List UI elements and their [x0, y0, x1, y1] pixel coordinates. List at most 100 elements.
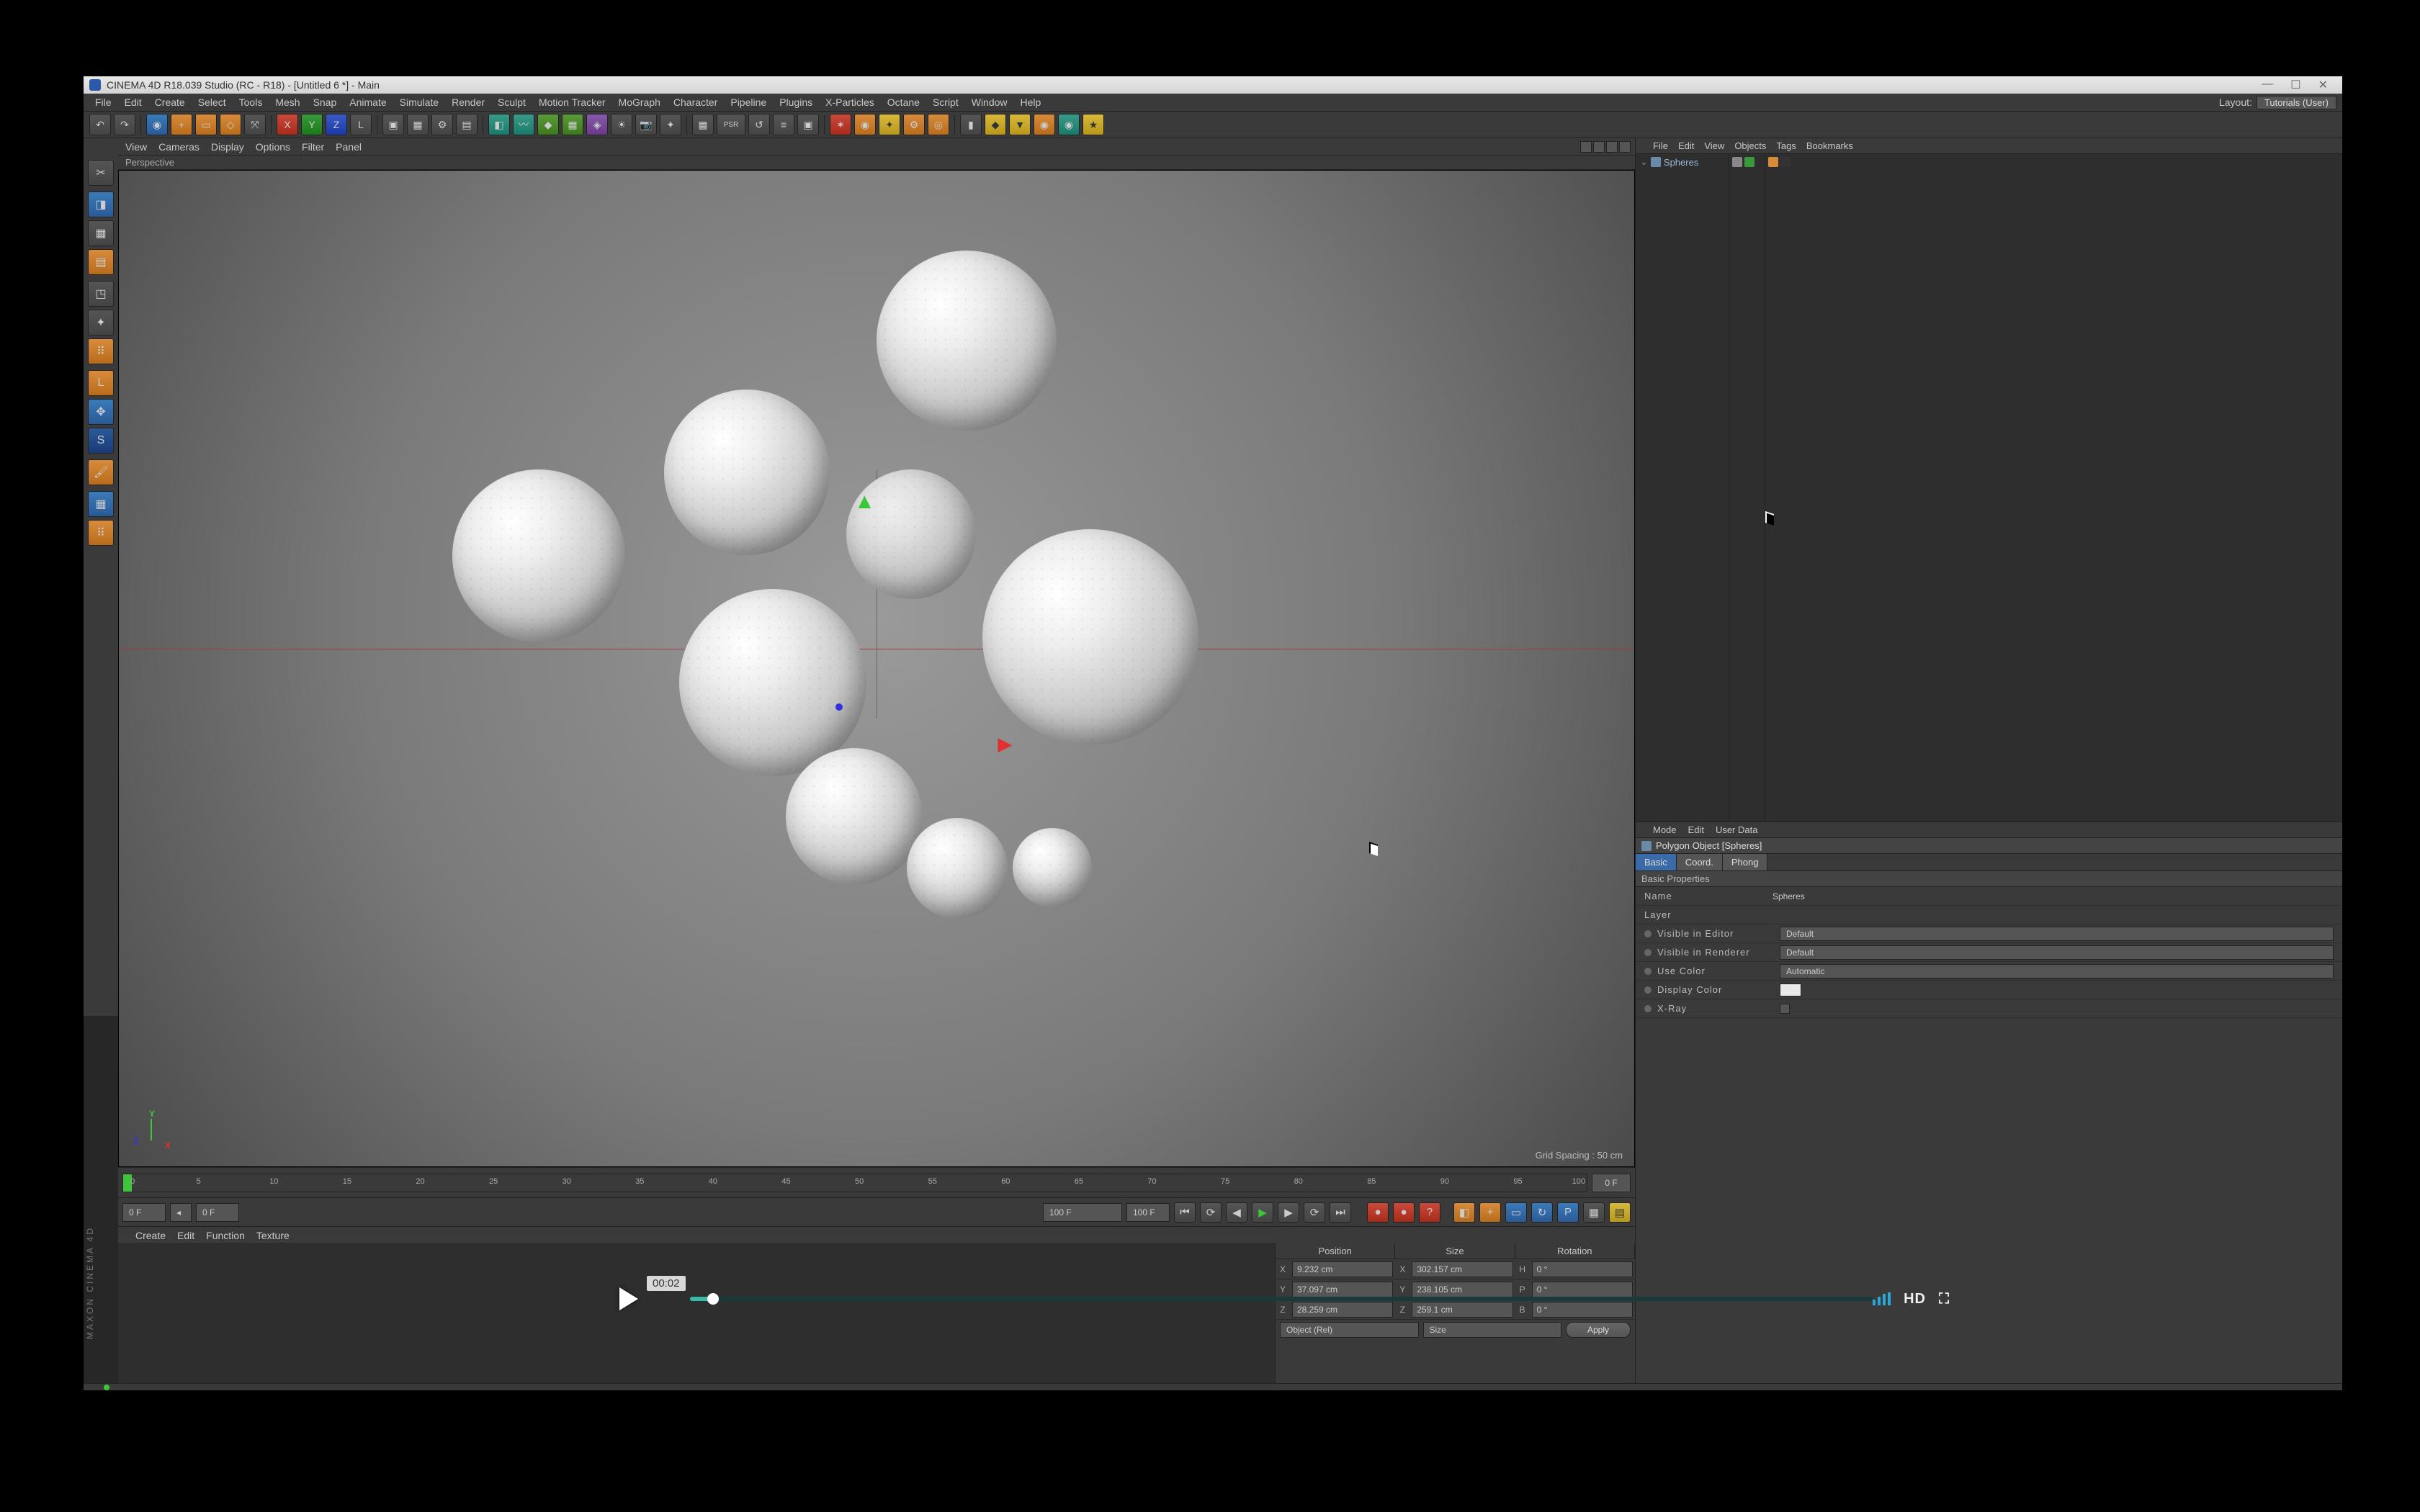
menu-select[interactable]: Select [192, 95, 232, 109]
om-menu-view[interactable]: View [1704, 140, 1724, 151]
menu-motion-tracker[interactable]: Motion Tracker [533, 95, 611, 109]
key-position-button[interactable]: + [1479, 1202, 1501, 1223]
axis-mode-button[interactable]: ✦ [88, 310, 114, 336]
current-frame-box[interactable]: 0 F [1592, 1174, 1631, 1192]
key-selection-button[interactable]: ◧ [1453, 1202, 1475, 1223]
object-visibility-tags[interactable] [1729, 154, 1765, 170]
plugin-button-8[interactable]: ▼ [1009, 114, 1031, 135]
record-button[interactable]: ● [1367, 1202, 1389, 1223]
coord-sizemode-dropdown[interactable]: Size [1423, 1322, 1562, 1338]
goto-end-button[interactable]: ⏭ [1330, 1202, 1351, 1223]
menu-script[interactable]: Script [927, 95, 964, 109]
menu-xparticles[interactable]: X-Particles [820, 95, 880, 109]
prop-use-color-value[interactable]: Automatic [1780, 964, 2334, 978]
coord-pos-x[interactable]: 9.232 cm [1292, 1261, 1393, 1277]
make-editable-button[interactable]: ✂ [88, 160, 114, 186]
anim-dot-icon[interactable] [1644, 930, 1652, 937]
add-light-button[interactable]: ✦ [660, 114, 681, 135]
render-pv-button[interactable]: ▦ [407, 114, 429, 135]
move-tool-button[interactable]: + [171, 114, 192, 135]
menu-render[interactable]: Render [446, 95, 490, 109]
editor-visibility-toggle[interactable] [1732, 157, 1742, 167]
render-visibility-toggle[interactable] [1744, 157, 1754, 167]
tag-icon[interactable] [1780, 157, 1791, 167]
plugin-button-1[interactable]: ✶ [830, 114, 851, 135]
add-generator-button[interactable]: ◆ [537, 114, 559, 135]
om-menu-edit[interactable]: Edit [1678, 140, 1694, 151]
menu-mograph[interactable]: MoGraph [613, 95, 666, 109]
menu-character[interactable]: Character [668, 95, 723, 109]
loop-button[interactable]: ⟳ [1200, 1202, 1222, 1223]
om-menu-file[interactable]: File [1653, 140, 1668, 151]
add-deformer-button[interactable]: ◈ [586, 114, 608, 135]
menu-plugins[interactable]: Plugins [774, 95, 818, 109]
timeline-ruler[interactable]: 0 5 10 15 20 25 30 35 40 45 50 55 60 65 … [118, 1167, 1635, 1197]
axis-x-toggle[interactable]: X [277, 114, 298, 135]
coord-size-x[interactable]: 302.157 cm [1412, 1261, 1512, 1277]
reset-psr-button[interactable]: ↺ [748, 114, 770, 135]
vp-nav-button-4[interactable] [1619, 141, 1631, 153]
uv-points-button[interactable]: ⠿ [88, 520, 114, 546]
window-close-button[interactable]: ✕ [2318, 78, 2328, 92]
psr-button[interactable]: PSR [717, 114, 745, 135]
add-primitive-button[interactable]: ◧ [488, 114, 510, 135]
video-seek-knob[interactable] [707, 1293, 719, 1305]
mat-menu-texture[interactable]: Texture [256, 1230, 290, 1241]
axis-z-toggle[interactable]: Z [326, 114, 347, 135]
center-button[interactable]: ▣ [797, 114, 819, 135]
scale-tool-button[interactable]: ▭ [195, 114, 217, 135]
om-menu-bookmarks[interactable]: Bookmarks [1806, 140, 1853, 151]
add-camera-button[interactable]: 📷 [635, 114, 657, 135]
plugin-button-3[interactable]: ✦ [879, 114, 900, 135]
next-frame-button[interactable]: ▶ [1278, 1202, 1299, 1223]
vp-menu-panel[interactable]: Panel [336, 141, 362, 153]
vp-menu-view[interactable]: View [125, 141, 147, 153]
undo-button[interactable]: ↶ [89, 114, 111, 135]
vp-nav-button-2[interactable] [1593, 141, 1605, 153]
mat-menu-edit[interactable]: Edit [177, 1230, 194, 1241]
window-maximize-button[interactable]: ☐ [2290, 78, 2300, 92]
menu-window[interactable]: Window [966, 95, 1013, 109]
prop-display-color-swatch[interactable] [1780, 984, 1801, 996]
align-button[interactable]: ≡ [773, 114, 794, 135]
anim-dot-icon[interactable] [1644, 1005, 1652, 1012]
points-mode-button[interactable]: ⠿ [88, 338, 114, 364]
layout-dropdown[interactable]: Tutorials (User) [2257, 96, 2336, 109]
prop-vis-editor-value[interactable]: Default [1780, 927, 2334, 941]
axis-local-toggle[interactable]: L [350, 114, 372, 135]
am-tab-phong[interactable]: Phong [1723, 854, 1768, 870]
key-pla-button[interactable]: P [1557, 1202, 1579, 1223]
phong-tag-icon[interactable] [1768, 157, 1778, 167]
tweak-button[interactable]: 🖌 [88, 459, 114, 485]
prop-vis-render-value[interactable]: Default [1780, 945, 2334, 960]
edges-mode-button[interactable]: L [88, 370, 114, 396]
add-environment-button[interactable]: ☀ [611, 114, 632, 135]
am-tab-basic[interactable]: Basic [1636, 854, 1677, 870]
am-menu-userdata[interactable]: User Data [1716, 824, 1758, 835]
video-hd-button[interactable]: HD [1904, 1291, 1926, 1308]
plugin-button-6[interactable]: ▮ [960, 114, 982, 135]
plugin-button-7[interactable]: ◆ [985, 114, 1006, 135]
menu-sculpt[interactable]: Sculpt [492, 95, 532, 109]
vp-menu-filter[interactable]: Filter [302, 141, 324, 153]
key-options-button[interactable]: ▦ [1583, 1202, 1605, 1223]
menu-tools[interactable]: Tools [233, 95, 269, 109]
prop-name-value[interactable]: Spheres [1767, 889, 2334, 904]
live-selection-button[interactable]: ◉ [146, 114, 168, 135]
sphere-obj[interactable] [664, 390, 830, 555]
sphere-obj[interactable] [907, 818, 1008, 919]
volume-icon[interactable] [1873, 1292, 1891, 1305]
om-menu-objects[interactable]: Objects [1734, 140, 1766, 151]
prop-layer-value[interactable] [1767, 908, 2334, 922]
goto-loop-button[interactable]: ⟳ [1304, 1202, 1325, 1223]
plugin-button-4[interactable]: ⚙ [903, 114, 925, 135]
vp-menu-cameras[interactable]: Cameras [158, 141, 200, 153]
sphere-obj[interactable] [1013, 828, 1092, 907]
render-queue-button[interactable]: ▤ [456, 114, 478, 135]
mat-menu-create[interactable]: Create [135, 1230, 166, 1241]
add-array-button[interactable]: ▦ [562, 114, 583, 135]
coord-apply-button[interactable]: Apply [1566, 1322, 1631, 1338]
key-layout-button[interactable]: ▤ [1609, 1202, 1631, 1223]
plugin-button-10[interactable]: ◉ [1058, 114, 1080, 135]
menu-file[interactable]: File [89, 95, 117, 109]
